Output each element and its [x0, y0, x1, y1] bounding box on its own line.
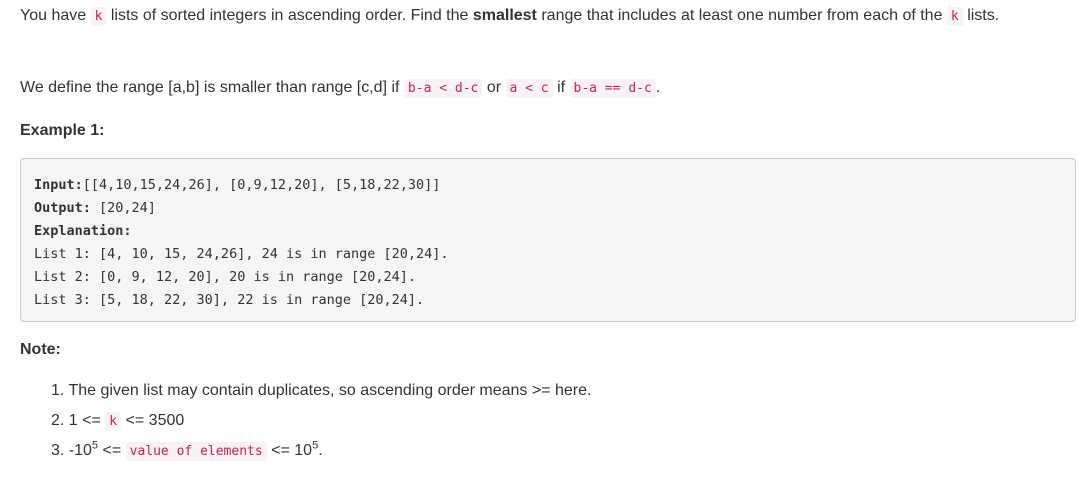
note-item-3-mid: <=	[98, 442, 126, 459]
intro-paragraph: You have k lists of sorted integers in a…	[20, 0, 1060, 32]
note-item-1-text: 1. The given list may contain duplicates…	[51, 382, 592, 399]
input-value: [[4,10,15,24,26], [0,9,12,20], [5,18,22,…	[82, 177, 441, 193]
output-value: [20,24]	[90, 200, 156, 216]
note-item-3-prefix: 3. -10	[51, 442, 92, 459]
output-line: Output: [20,24]	[34, 197, 1062, 220]
definition-text-2: or	[482, 79, 506, 96]
explanation-line-1: List 1: [4, 10, 15, 24,26], 24 is in ran…	[34, 246, 449, 262]
explanation-label-line: Explanation:	[34, 220, 1062, 243]
code-k-note: k	[105, 412, 122, 431]
bold-smallest: smallest	[472, 7, 537, 24]
note-item-1: 1. The given list may contain duplicates…	[51, 376, 591, 406]
input-label: Input:	[34, 177, 83, 193]
note-list: 1. The given list may contain duplicates…	[20, 376, 591, 466]
intro-text-3: range that includes at least one number …	[536, 7, 947, 24]
note-item-2-prefix: 2. 1 <=	[51, 412, 106, 429]
code-condition-1: b-a < d-c	[403, 79, 483, 98]
code-k-2: k	[946, 7, 963, 26]
code-condition-2: a < c	[505, 79, 553, 98]
example-heading: Example 1:	[20, 122, 105, 139]
definition-paragraph: We define the range [a,b] is smaller tha…	[20, 72, 660, 104]
code-condition-3: b-a == d-c	[569, 79, 656, 98]
note-item-2: 2. 1 <= k <= 3500	[51, 406, 591, 436]
explanation-line-2: List 2: [0, 9, 12, 20], 20 is in range […	[34, 269, 417, 285]
intro-text-4: lists.	[962, 7, 1000, 24]
definition-text-3: if	[552, 79, 570, 96]
code-k: k	[90, 7, 107, 26]
output-label: Output:	[34, 200, 91, 216]
note-item-3-end: .	[318, 442, 323, 459]
code-value-of-elements: value of elements	[125, 442, 267, 461]
definition-text-1: We define the range [a,b] is smaller tha…	[20, 79, 404, 96]
example-code-block: Input:[[4,10,15,24,26], [0,9,12,20], [5,…	[20, 158, 1076, 322]
input-line: Input:[[4,10,15,24,26], [0,9,12,20], [5,…	[34, 174, 1062, 197]
explanation-label: Explanation:	[34, 223, 132, 239]
note-item-2-suffix: <= 3500	[121, 412, 185, 429]
intro-text-2: lists of sorted integers in ascending or…	[106, 7, 473, 24]
note-item-3: 3. -105 <= value of elements <= 105.	[51, 436, 591, 466]
note-heading: Note:	[20, 341, 61, 358]
definition-text-4: .	[655, 79, 661, 96]
intro-text-1: You have	[20, 7, 91, 24]
note-item-3-mid2: <= 10	[266, 442, 313, 459]
explanation-line-3: List 3: [5, 18, 22, 30], 22 is in range …	[34, 292, 425, 308]
